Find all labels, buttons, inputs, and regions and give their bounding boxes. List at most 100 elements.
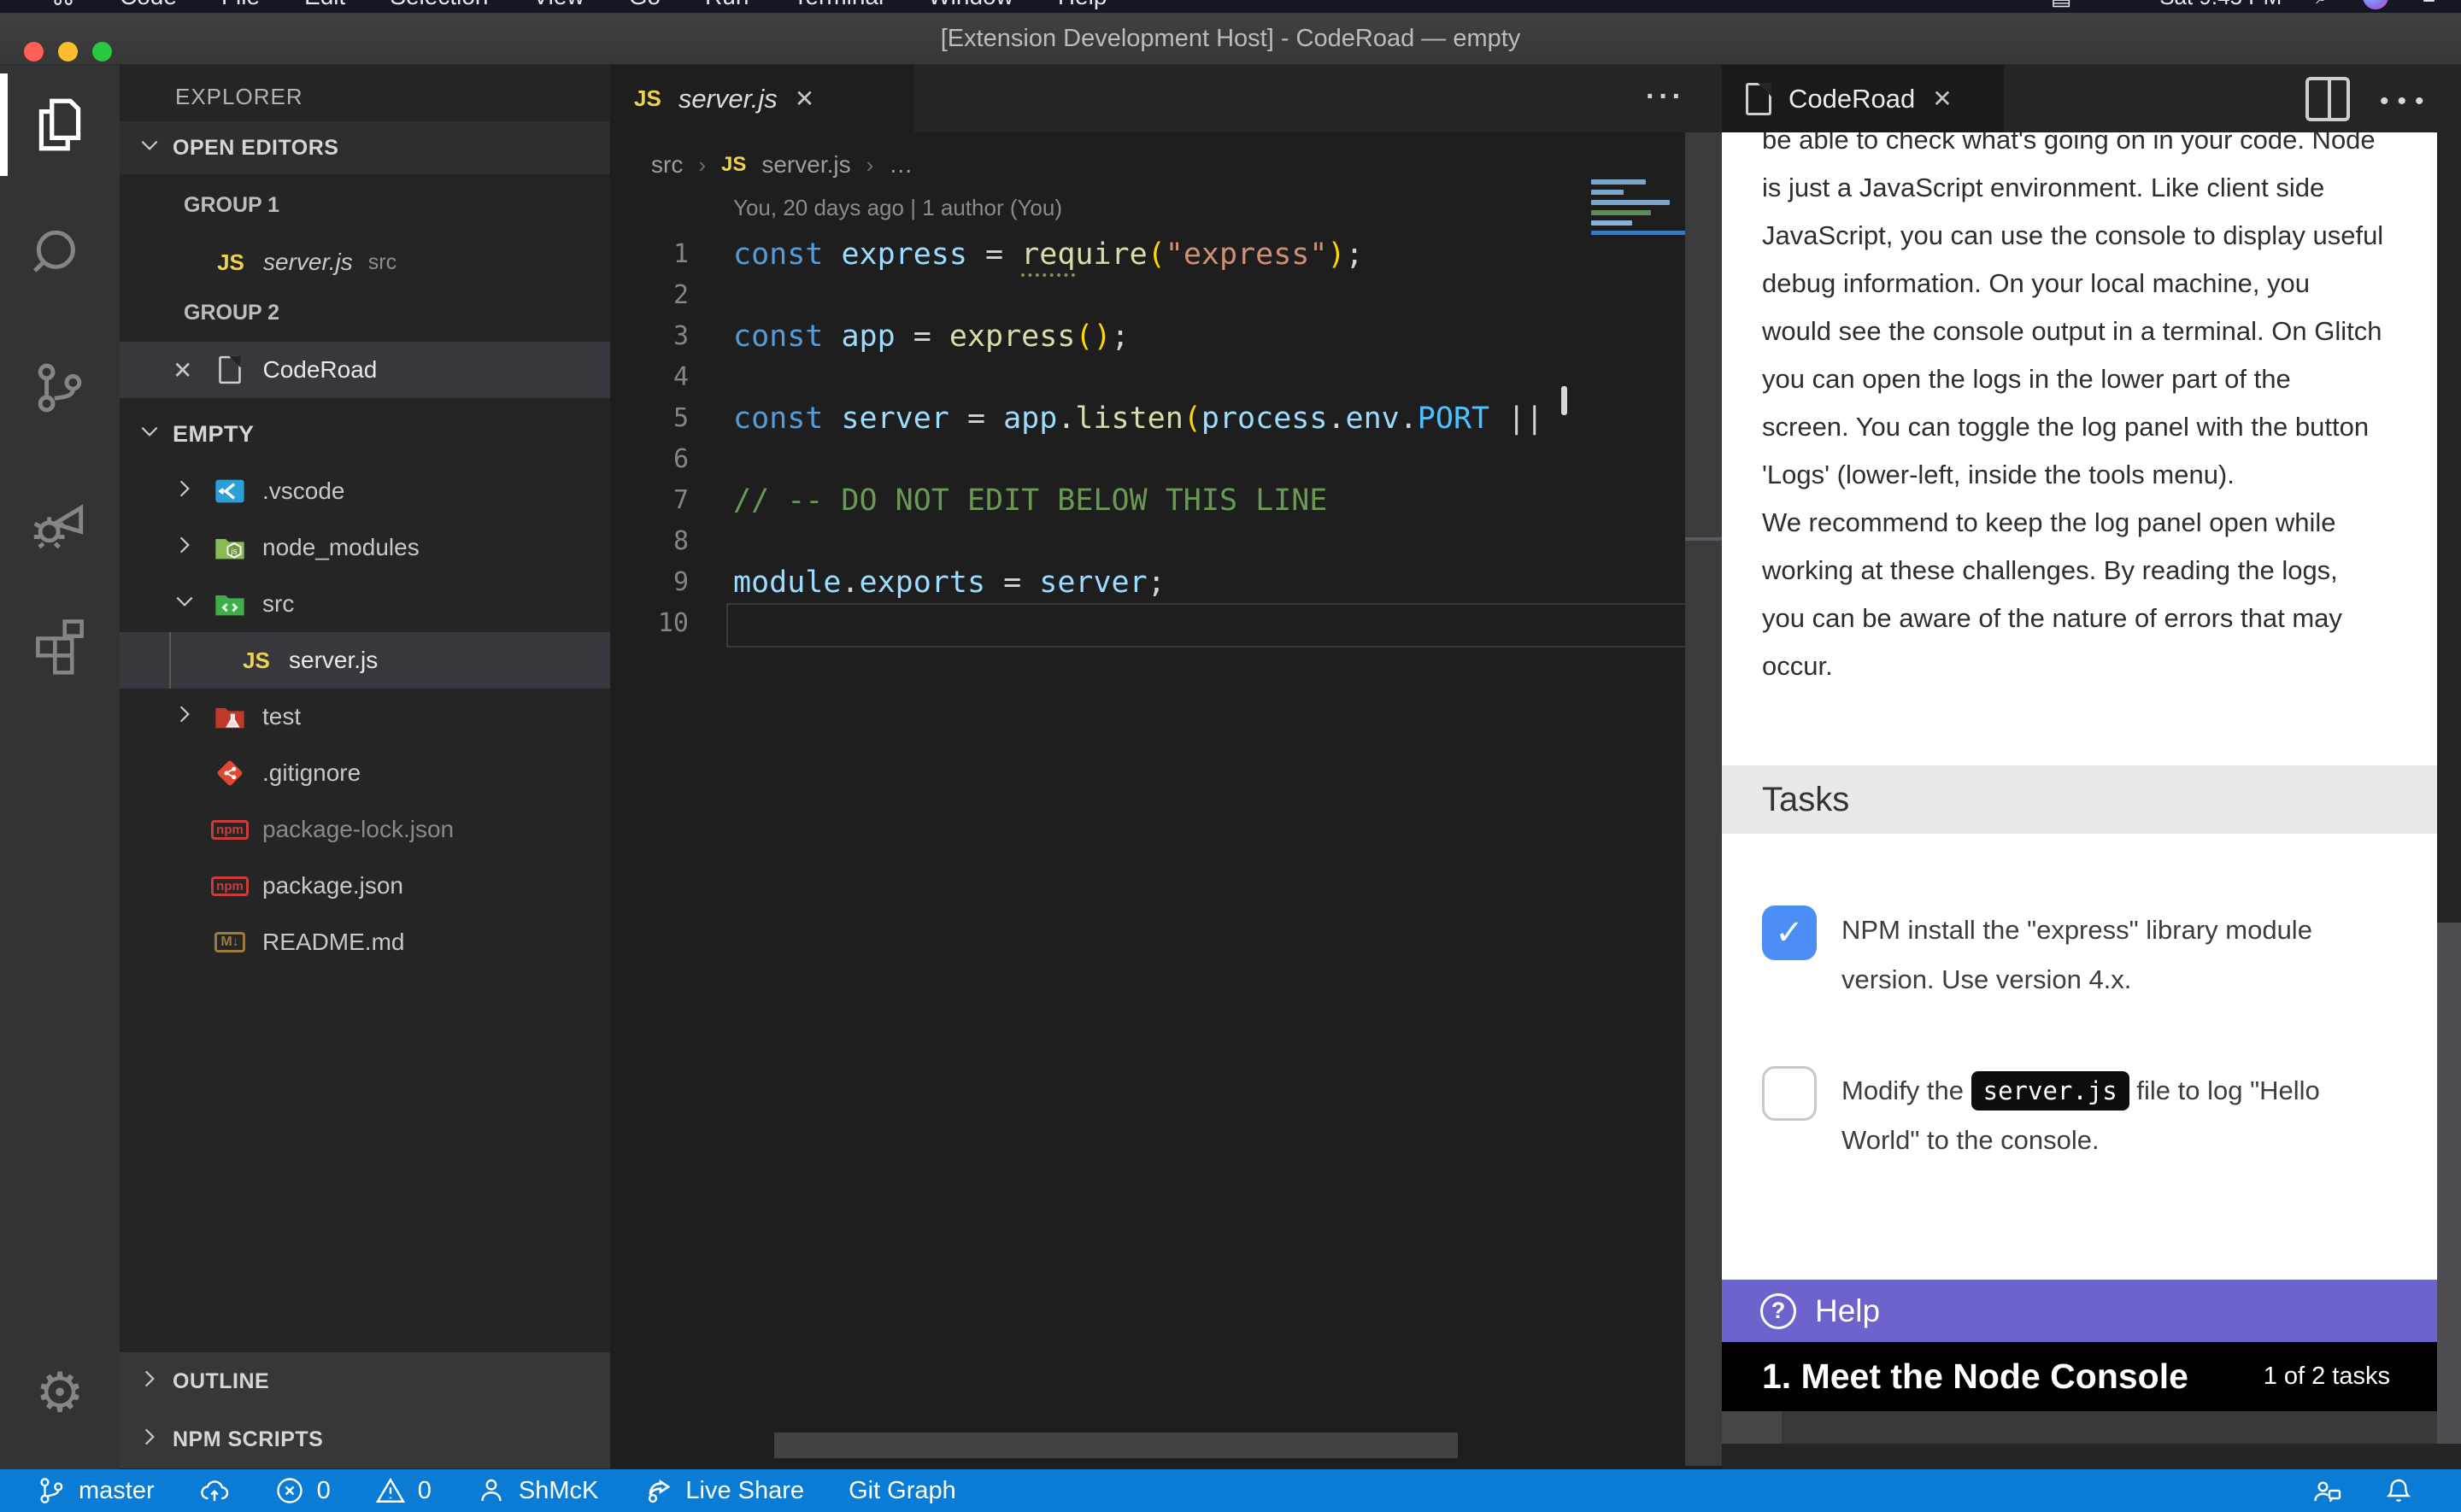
tree-item-readme-md[interactable]: M↓README.md (120, 914, 610, 970)
statusbar-cloud-upload[interactable] (199, 1475, 230, 1506)
code-line-5[interactable]: 5const server = app.listen(process.env.P… (610, 398, 1722, 439)
statusbar-0[interactable]: 0 (274, 1475, 331, 1506)
tab-title: CodeRoad (1788, 84, 1915, 114)
control-center-icon: ≡ (2423, 0, 2435, 10)
npm-icon: npm (211, 876, 249, 896)
menu-item-help[interactable]: Help (1058, 0, 1107, 10)
tree-item-node_modules[interactable]: jsnode_modules (120, 519, 610, 576)
warning-triangle-icon (375, 1475, 406, 1506)
statusbar-live-share[interactable]: Live Share (643, 1475, 804, 1506)
menu-item-selection[interactable]: Selection (390, 0, 488, 10)
apple-menu-icon[interactable]: ⌘ (51, 0, 75, 11)
tree-item-test[interactable]: test (120, 689, 610, 745)
menu-item-view[interactable]: View (533, 0, 584, 10)
npm-icon: npm (211, 820, 249, 840)
status-bar: master 0 0 ShMcK Live Share Git Graph (0, 1469, 2461, 1512)
tasks-section-header: Tasks (1722, 765, 2437, 834)
clock: Sat 9:45 PM (2159, 0, 2282, 10)
tree-item--gitignore[interactable]: .gitignore (120, 745, 610, 801)
chevron-down-icon (138, 134, 161, 162)
section-workspace-empty[interactable]: EMPTY (120, 406, 610, 462)
spotlight-icon: ⌕ (2316, 0, 2329, 10)
tree-item-package-json[interactable]: npmpackage.json (120, 858, 610, 914)
editor-more-actions-icon[interactable]: ··· (1646, 80, 1685, 114)
code-line-1[interactable]: 1const express = require("express"); (610, 234, 1722, 275)
code-line-3[interactable]: 3const app = express(); (610, 316, 1722, 357)
webview-scrollbar[interactable] (2437, 132, 2461, 1444)
section-open-editors[interactable]: OPEN EDITORS (120, 121, 610, 174)
activitybar-search-icon[interactable] (0, 202, 120, 305)
code-line-9[interactable]: 9module.exports = server; (610, 562, 1722, 603)
open-editors-group-label: GROUP 2 (120, 290, 610, 335)
code-line-4[interactable]: 4 (610, 357, 1722, 398)
menu-item-window[interactable]: Window (928, 0, 1013, 10)
code-line-10[interactable]: 10 (610, 603, 1722, 644)
tree-item-package-lock-json[interactable]: npmpackage-lock.json (120, 801, 610, 858)
statusbar-feedback-icon[interactable] (2311, 1475, 2342, 1506)
statusbar-bell-icon[interactable] (2383, 1475, 2414, 1506)
breadcrumb-item[interactable]: … (889, 151, 913, 179)
split-editor-icon[interactable] (2305, 77, 2350, 121)
tab-coderoad[interactable]: CodeRoad ✕ (1722, 65, 2004, 132)
activitybar-source-control-icon[interactable] (0, 337, 120, 439)
menu-item-run[interactable]: Run (705, 0, 749, 10)
menu-item-code[interactable]: Code (120, 0, 177, 10)
chevron-down-icon (138, 420, 161, 448)
open-editor-item-coderoad[interactable]: ✕CodeRoad (120, 342, 610, 398)
statusbar-shmck[interactable]: ShMcK (476, 1475, 598, 1506)
code-line-8[interactable]: 8 (610, 521, 1722, 562)
srcdir-icon (211, 587, 249, 621)
open-editor-item-server-js[interactable]: JSserver.jssrc (120, 234, 610, 290)
lesson-title-bar[interactable]: 1. Meet the Node Console 1 of 2 tasks (1722, 1342, 2437, 1411)
code-area[interactable]: 1const express = require("express");23co… (610, 234, 1722, 644)
branch-icon (36, 1475, 67, 1506)
tree-item-server-js[interactable]: JSserver.js (120, 632, 610, 689)
activitybar-extensions-icon[interactable] (0, 595, 120, 697)
menu-item-terminal[interactable]: Terminal (793, 0, 884, 10)
help-label: Help (1815, 1293, 1880, 1329)
activitybar-run-debug-icon[interactable] (0, 470, 120, 572)
chevron-down-icon (173, 590, 196, 618)
section-outline[interactable]: OUTLINE (120, 1352, 610, 1410)
tab-title: server.js (678, 84, 778, 114)
node-icon: js (211, 530, 249, 565)
inline-code: server.js (1971, 1071, 2129, 1111)
section-npm-scripts[interactable]: NPM SCRIPTS (120, 1410, 610, 1468)
task-checkbox-checked[interactable]: ✓ (1762, 905, 1817, 960)
statusbar-master[interactable]: master (36, 1475, 155, 1506)
statusbar-git-graph[interactable]: Git Graph (849, 1477, 956, 1505)
code-line-7[interactable]: 7// -- DO NOT EDIT BELOW THIS LINE (610, 480, 1722, 521)
editor-tab-bar: JS server.js ✕ ··· (610, 65, 1722, 132)
code-line-6[interactable]: 6 (610, 439, 1722, 480)
code-line-2[interactable]: 2 (610, 275, 1722, 316)
js-icon: JS (238, 648, 275, 674)
breadcrumb-item[interactable]: src (651, 151, 683, 179)
tree-item-src[interactable]: src (120, 576, 610, 632)
editor-horizontal-scrollbar[interactable] (774, 1433, 1458, 1458)
tree-item--vscode[interactable]: .vscode (120, 463, 610, 519)
menu-item-edit[interactable]: Edit (304, 0, 345, 10)
close-tab-icon[interactable]: ✕ (795, 85, 814, 113)
lesson-text: be able to check what's going on in your… (1762, 132, 2437, 690)
task-checkbox-unchecked[interactable] (1762, 1066, 1817, 1121)
error-circle-icon (274, 1475, 305, 1506)
panel-more-actions-icon[interactable]: ••• (2380, 87, 2433, 116)
editor-vertical-scrollbar[interactable] (1685, 132, 1722, 1466)
activitybar-settings-gear-icon[interactable]: ⚙ (0, 1341, 120, 1444)
activitybar-explorer-icon[interactable] (0, 73, 120, 176)
close-tab-icon[interactable]: ✕ (1932, 85, 1952, 113)
minimap[interactable] (1591, 179, 1685, 235)
webview-bottom-strip (1722, 1411, 2437, 1444)
help-section-toggle[interactable]: ? Help (1722, 1280, 2437, 1342)
chevron-right-icon (138, 1426, 161, 1454)
breadcrumb[interactable]: src›JSserver.js›… (651, 144, 913, 186)
coderoad-webview: be able to check what's going on in your… (1722, 132, 2461, 1444)
menu-item-go[interactable]: Go (629, 0, 661, 10)
close-editor-icon[interactable]: ✕ (173, 356, 192, 384)
menu-item-file[interactable]: File (221, 0, 260, 10)
breadcrumb-item[interactable]: server.js (761, 151, 850, 179)
editor-group-server-js[interactable]: JS server.js ✕ ··· src›JSserver.js›… You… (610, 65, 1722, 1469)
tab-server-js[interactable]: JS server.js ✕ (610, 65, 914, 132)
statusbar-0[interactable]: 0 (375, 1475, 432, 1506)
gitlens-annotation[interactable]: You, 20 days ago | 1 author (You) (733, 195, 1062, 221)
